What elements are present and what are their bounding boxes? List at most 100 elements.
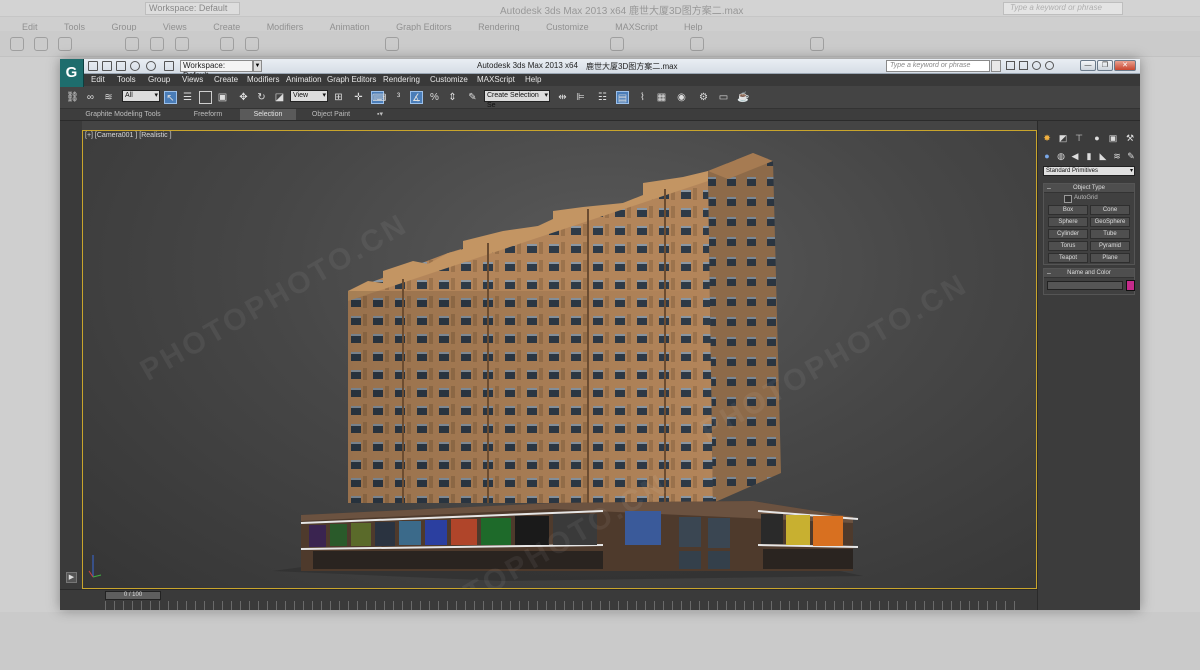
menu-item-modifiers[interactable]: Modifiers: [247, 75, 279, 84]
tab-freeform[interactable]: Freeform: [180, 109, 236, 120]
ribbon-options-icon[interactable]: ▪▾: [372, 109, 388, 120]
hierarchy-tab-icon[interactable]: ⊤: [1074, 133, 1084, 143]
select-object-icon[interactable]: ↖: [164, 91, 177, 104]
save-file-icon[interactable]: [116, 61, 126, 71]
play-icon[interactable]: ▶: [66, 572, 77, 583]
render-setup-icon[interactable]: ⚙: [697, 91, 710, 104]
redo-icon[interactable]: [146, 61, 156, 71]
helpers-icon[interactable]: ◣: [1098, 151, 1108, 161]
percent-snap-icon[interactable]: %: [428, 91, 441, 104]
menu-item-group[interactable]: Group: [148, 75, 170, 84]
chevron-down-icon[interactable]: ▼: [253, 60, 262, 72]
space-warps-icon[interactable]: ≋: [1112, 151, 1122, 161]
lights-icon[interactable]: ◀: [1070, 151, 1080, 161]
move-icon[interactable]: ✥: [237, 91, 250, 104]
tab-object-paint[interactable]: Object Paint: [302, 109, 360, 120]
menu-item-maxscript[interactable]: MAXScript: [477, 75, 515, 84]
menu-item-views[interactable]: Views: [182, 75, 203, 84]
shapes-icon[interactable]: ◍: [1056, 151, 1066, 161]
material-editor-icon[interactable]: ◉: [675, 91, 688, 104]
menu-item-tools[interactable]: Tools: [117, 75, 136, 84]
box-button[interactable]: Box: [1048, 205, 1088, 215]
autogrid-checkbox[interactable]: AutoGrid: [1044, 193, 1134, 203]
angle-snap-icon[interactable]: ∡: [410, 91, 423, 104]
modify-tab-icon[interactable]: ◩: [1058, 133, 1068, 143]
graphite-toggle-icon[interactable]: ▤: [616, 91, 629, 104]
named-selection-set-input[interactable]: Create Selection Se: [484, 90, 550, 109]
name-and-color-header[interactable]: Name and Color: [1044, 269, 1134, 278]
rendered-frame-window-icon[interactable]: ▭: [717, 91, 730, 104]
cameras-icon[interactable]: ▮: [1084, 151, 1094, 161]
app-logo-button[interactable]: G: [60, 59, 84, 87]
workspace-select[interactable]: Workspace: Default: [180, 60, 253, 80]
torus-button[interactable]: Torus: [1048, 241, 1088, 251]
align-icon[interactable]: ⊫: [574, 91, 587, 104]
curve-editor-icon[interactable]: ⌇: [636, 91, 649, 104]
window-crossing-icon[interactable]: ▣: [216, 91, 229, 104]
create-tab-icon[interactable]: ✸: [1042, 133, 1052, 143]
camera-viewport[interactable]: [+] [Camera001 ] [Realistic ] PHOTOPHOTO…: [82, 130, 1037, 589]
keyboard-shortcut-icon[interactable]: ⌨: [371, 91, 386, 104]
reference-coordinate-select[interactable]: View: [290, 90, 328, 102]
select-by-name-icon[interactable]: ☰: [181, 91, 194, 104]
track-bar[interactable]: [105, 601, 1015, 610]
bind-space-warp-icon[interactable]: ≋: [102, 91, 115, 104]
search-icon[interactable]: [991, 60, 1001, 72]
selection-filter-select[interactable]: All: [122, 90, 160, 102]
utilities-tab-icon[interactable]: ⚒: [1125, 133, 1135, 143]
object-type-header[interactable]: Object Type: [1044, 184, 1134, 193]
scale-icon[interactable]: ◪: [273, 91, 286, 104]
search-input[interactable]: Type a keyword or phrase: [886, 60, 990, 72]
geosphere-button[interactable]: GeoSphere: [1090, 217, 1130, 227]
pivot-center-icon[interactable]: ⊞: [332, 91, 345, 104]
menu-item-customize[interactable]: Customize: [430, 75, 468, 84]
cylinder-button[interactable]: Cylinder: [1048, 229, 1088, 239]
new-file-icon[interactable]: [88, 61, 98, 71]
select-manipulate-icon[interactable]: ✛: [352, 91, 365, 104]
render-production-icon[interactable]: ☕: [737, 91, 750, 104]
pyramid-button[interactable]: Pyramid: [1090, 241, 1130, 251]
time-slider[interactable]: 0 / 100: [105, 591, 161, 600]
billboard: [330, 524, 347, 546]
motion-tab-icon[interactable]: ●: [1092, 133, 1102, 143]
plane-button[interactable]: Plane: [1090, 253, 1130, 263]
rectangular-region-icon[interactable]: [199, 91, 212, 104]
display-tab-icon[interactable]: ▣: [1108, 133, 1118, 143]
help-icon[interactable]: [1045, 61, 1054, 70]
open-file-icon[interactable]: [102, 61, 112, 71]
systems-icon[interactable]: ✎: [1126, 151, 1136, 161]
object-color-swatch[interactable]: [1126, 280, 1135, 291]
sphere-button[interactable]: Sphere: [1048, 217, 1088, 227]
project-folder-icon[interactable]: [164, 61, 174, 71]
schematic-view-icon[interactable]: ▦: [655, 91, 668, 104]
communication-icon[interactable]: [1019, 61, 1028, 70]
teapot-button[interactable]: Teapot: [1048, 253, 1088, 263]
link-icon[interactable]: ⛓: [66, 91, 79, 104]
object-name-input[interactable]: [1047, 281, 1123, 290]
maximize-button[interactable]: ❐: [1097, 60, 1113, 71]
undo-icon[interactable]: [130, 61, 140, 71]
subscription-icon[interactable]: [1006, 61, 1015, 70]
mirror-icon[interactable]: ⇹: [556, 91, 569, 104]
spinner-snap-icon[interactable]: ⇕: [446, 91, 459, 104]
tab-graphite-modeling-tools[interactable]: Graphite Modeling Tools: [74, 109, 172, 120]
edit-named-selection-icon[interactable]: ✎: [466, 91, 479, 104]
menu-item-edit[interactable]: Edit: [91, 75, 105, 84]
layer-manager-icon[interactable]: ☷: [596, 91, 609, 104]
rotate-icon[interactable]: ↻: [255, 91, 268, 104]
tab-selection[interactable]: Selection: [240, 109, 296, 120]
menu-item-animation[interactable]: Animation: [286, 75, 322, 84]
menu-item-graph-editors[interactable]: Graph Editors: [327, 75, 376, 84]
menu-item-create[interactable]: Create: [214, 75, 238, 84]
tube-button[interactable]: Tube: [1090, 229, 1130, 239]
object-category-select[interactable]: Standard Primitives: [1043, 166, 1135, 176]
snaps-toggle-icon[interactable]: ³: [392, 91, 405, 104]
geometry-icon[interactable]: ●: [1042, 151, 1052, 161]
unlink-icon[interactable]: ∞: [84, 91, 97, 104]
menu-item-rendering[interactable]: Rendering: [383, 75, 420, 84]
cone-button[interactable]: Cone: [1090, 205, 1130, 215]
menu-item-help[interactable]: Help: [525, 75, 541, 84]
favorites-star-icon[interactable]: [1032, 61, 1041, 70]
close-button[interactable]: ✕: [1114, 60, 1136, 71]
minimize-button[interactable]: —: [1080, 60, 1096, 71]
